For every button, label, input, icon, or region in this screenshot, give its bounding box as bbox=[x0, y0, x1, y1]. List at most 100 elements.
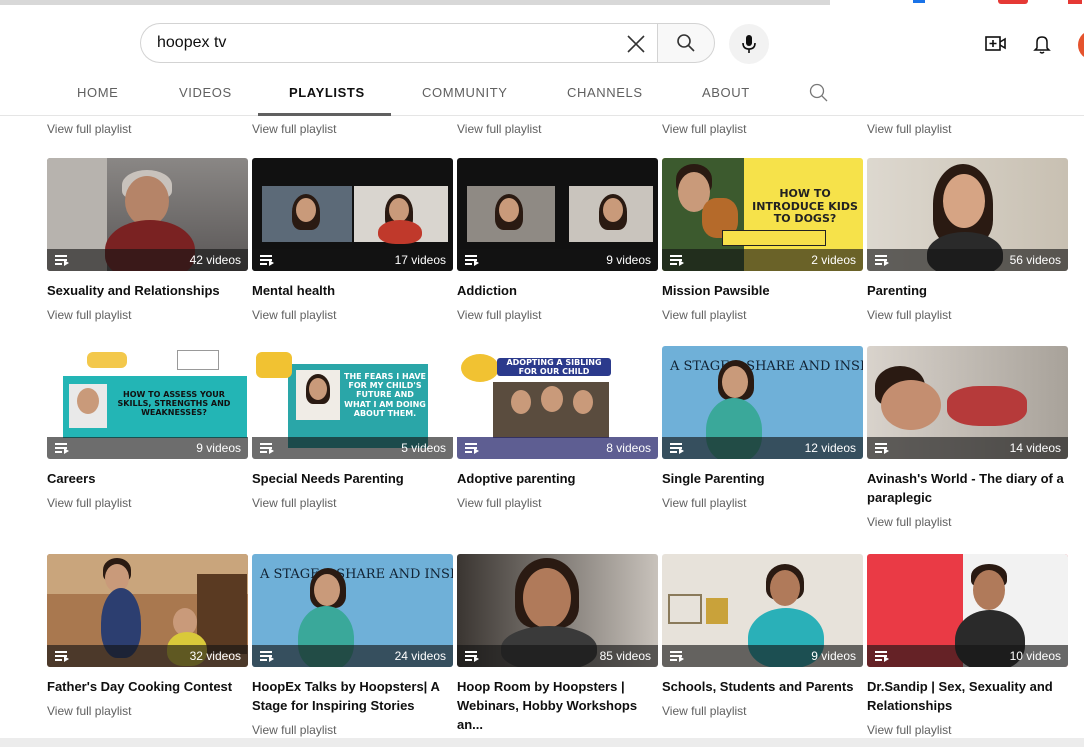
playlist-thumbnail[interactable]: 32 videos bbox=[47, 554, 248, 667]
view-full-playlist-link[interactable]: View full playlist bbox=[662, 496, 863, 510]
top-accent-red bbox=[998, 0, 1028, 4]
view-full-playlist-link[interactable]: View full playlist bbox=[867, 122, 951, 136]
view-full-playlist-link[interactable]: View full playlist bbox=[662, 308, 863, 322]
view-full-playlist-link[interactable]: View full playlist bbox=[867, 308, 1068, 322]
view-full-playlist-link[interactable]: View full playlist bbox=[457, 308, 658, 322]
playlist-title[interactable]: Adoptive parenting bbox=[457, 469, 658, 488]
create-button[interactable] bbox=[982, 30, 1010, 58]
video-count: 32 videos bbox=[189, 649, 241, 663]
playlist-thumbnail[interactable]: 9 videos bbox=[457, 158, 658, 271]
notifications-button[interactable] bbox=[1028, 30, 1056, 58]
playlist-icon bbox=[670, 443, 684, 454]
view-full-playlist-link[interactable]: View full playlist bbox=[47, 704, 248, 718]
tab-playlists[interactable]: PLAYLISTS bbox=[289, 85, 365, 100]
playlist-card[interactable]: HOW TO INTRODUCE KIDS TO DOGS? 2 videos … bbox=[662, 158, 863, 322]
tab-videos[interactable]: VIDEOS bbox=[179, 85, 232, 100]
video-count: 56 videos bbox=[1009, 253, 1061, 267]
view-full-playlist-link[interactable]: View full playlist bbox=[662, 122, 746, 136]
playlist-title[interactable]: Avinash's World - The diary of a paraple… bbox=[867, 469, 1068, 507]
playlist-thumbnail[interactable]: 42 videos bbox=[47, 158, 248, 271]
clear-search-button[interactable] bbox=[622, 30, 650, 58]
view-full-playlist-link[interactable]: View full playlist bbox=[252, 122, 336, 136]
playlist-card[interactable]: 42 videos Sexuality and Relationships Vi… bbox=[47, 158, 248, 322]
playlist-thumbnail[interactable]: HOW TO ASSESS YOUR SKILLS, STRENGTHS AND… bbox=[47, 346, 248, 459]
playlist-card[interactable]: 32 videos Father's Day Cooking Contest V… bbox=[47, 554, 248, 718]
video-count: 10 videos bbox=[1009, 649, 1061, 663]
thumbnail-caption: A STAGE SHARE AND INSPIR bbox=[670, 359, 863, 374]
playlist-thumbnail[interactable]: A STAGE SHARE AND INSPIR 12 videos bbox=[662, 346, 863, 459]
playlist-thumbnail[interactable]: ADOPTING A SIBLING FOR OUR CHILD 8 video… bbox=[457, 346, 658, 459]
top-accent-red-2 bbox=[1068, 0, 1082, 4]
playlist-title[interactable]: Addiction bbox=[457, 281, 658, 300]
top-accent-blue bbox=[913, 0, 925, 3]
playlist-card[interactable]: 56 videos Parenting View full playlist bbox=[867, 158, 1068, 322]
playlist-title[interactable]: Single Parenting bbox=[662, 469, 863, 488]
playlist-card[interactable]: 10 videos Dr.Sandip | Sex, Sexuality and… bbox=[867, 554, 1068, 737]
channel-search-icon[interactable] bbox=[808, 82, 830, 104]
playlist-thumbnail[interactable]: 14 videos bbox=[867, 346, 1068, 459]
search-button[interactable] bbox=[657, 23, 715, 63]
playlist-title[interactable]: Father's Day Cooking Contest bbox=[47, 677, 248, 696]
playlist-card[interactable]: 9 videos Schools, Students and Parents V… bbox=[662, 554, 863, 718]
playlist-icon bbox=[465, 651, 479, 662]
playlist-title[interactable]: Careers bbox=[47, 469, 248, 488]
playlist-card[interactable]: ADOPTING A SIBLING FOR OUR CHILD 8 video… bbox=[457, 346, 658, 510]
playlist-card[interactable]: THE FEARS I HAVE FOR MY CHILD'S FUTURE A… bbox=[252, 346, 453, 510]
view-full-playlist-link[interactable]: View full playlist bbox=[867, 515, 1068, 529]
playlist-title[interactable]: Hoop Room by Hoopsters | Webinars, Hobby… bbox=[457, 677, 658, 734]
playlist-card[interactable]: 17 videos Mental health View full playli… bbox=[252, 158, 453, 322]
playlist-thumbnail[interactable]: 9 videos bbox=[662, 554, 863, 667]
playlist-card[interactable]: HOW TO ASSESS YOUR SKILLS, STRENGTHS AND… bbox=[47, 346, 248, 510]
close-icon bbox=[627, 35, 645, 53]
playlist-icon bbox=[55, 651, 69, 662]
playlist-icon bbox=[55, 255, 69, 266]
tab-channels[interactable]: CHANNELS bbox=[567, 85, 643, 100]
playlist-card[interactable]: A STAGE SHARE AND INSPIR 12 videos Singl… bbox=[662, 346, 863, 510]
top-divider bbox=[0, 0, 830, 5]
view-full-playlist-link[interactable]: View full playlist bbox=[867, 723, 1068, 737]
video-count: 42 videos bbox=[189, 253, 241, 267]
playlist-thumbnail[interactable]: THE FEARS I HAVE FOR MY CHILD'S FUTURE A… bbox=[252, 346, 453, 459]
tab-home[interactable]: HOME bbox=[77, 85, 118, 100]
view-full-playlist-link[interactable]: View full playlist bbox=[457, 496, 658, 510]
view-full-playlist-link[interactable]: View full playlist bbox=[252, 496, 453, 510]
playlist-title[interactable]: Mental health bbox=[252, 281, 453, 300]
playlist-title[interactable]: Schools, Students and Parents bbox=[662, 677, 863, 696]
playlist-title[interactable]: Sexuality and Relationships bbox=[47, 281, 248, 300]
thumbnail-caption: HOW TO ASSESS YOUR SKILLS, STRENGTHS AND… bbox=[117, 390, 231, 418]
view-full-playlist-link[interactable]: View full playlist bbox=[47, 122, 131, 136]
search-input[interactable]: hoopex tv bbox=[140, 23, 660, 63]
playlist-card[interactable]: 14 videos Avinash's World - The diary of… bbox=[867, 346, 1068, 529]
view-full-playlist-link[interactable]: View full playlist bbox=[252, 308, 453, 322]
playlist-card[interactable]: 85 videos Hoop Room by Hoopsters | Webin… bbox=[457, 554, 658, 747]
playlist-thumbnail[interactable]: HOW TO INTRODUCE KIDS TO DOGS? 2 videos bbox=[662, 158, 863, 271]
playlist-thumbnail[interactable]: 17 videos bbox=[252, 158, 453, 271]
playlist-icon bbox=[260, 651, 274, 662]
playlist-title[interactable]: Parenting bbox=[867, 281, 1068, 300]
playlist-thumbnail[interactable]: A STAGE SHARE AND INSPIR 24 videos bbox=[252, 554, 453, 667]
view-full-playlist-link[interactable]: View full playlist bbox=[47, 496, 248, 510]
playlist-card[interactable]: 9 videos Addiction View full playlist bbox=[457, 158, 658, 322]
playlist-title[interactable]: HoopEx Talks by Hoopsters| A Stage for I… bbox=[252, 677, 453, 715]
playlist-icon bbox=[875, 651, 889, 662]
thumbnail-caption: A STAGE SHARE AND INSPIR bbox=[260, 567, 453, 582]
tab-community[interactable]: COMMUNITY bbox=[422, 85, 508, 100]
view-full-playlist-link[interactable]: View full playlist bbox=[47, 308, 248, 322]
playlist-thumbnail[interactable]: 85 videos bbox=[457, 554, 658, 667]
avatar[interactable] bbox=[1078, 30, 1084, 60]
voice-search-button[interactable] bbox=[729, 24, 769, 64]
playlist-title[interactable]: Mission Pawsible bbox=[662, 281, 863, 300]
playlist-title[interactable]: Special Needs Parenting bbox=[252, 469, 453, 488]
playlist-thumbnail[interactable]: 56 videos bbox=[867, 158, 1068, 271]
search-icon bbox=[677, 34, 695, 52]
view-full-playlist-link[interactable]: View full playlist bbox=[457, 122, 541, 136]
tab-about[interactable]: ABOUT bbox=[702, 85, 750, 100]
playlist-icon bbox=[670, 651, 684, 662]
playlist-card[interactable]: A STAGE SHARE AND INSPIR 24 videos HoopE… bbox=[252, 554, 453, 737]
playlist-title[interactable]: Dr.Sandip | Sex, Sexuality and Relations… bbox=[867, 677, 1068, 715]
video-count: 5 videos bbox=[401, 441, 446, 455]
view-full-playlist-link[interactable]: View full playlist bbox=[252, 723, 453, 737]
playlist-thumbnail[interactable]: 10 videos bbox=[867, 554, 1068, 667]
video-count: 24 videos bbox=[394, 649, 446, 663]
view-full-playlist-link[interactable]: View full playlist bbox=[662, 704, 863, 718]
